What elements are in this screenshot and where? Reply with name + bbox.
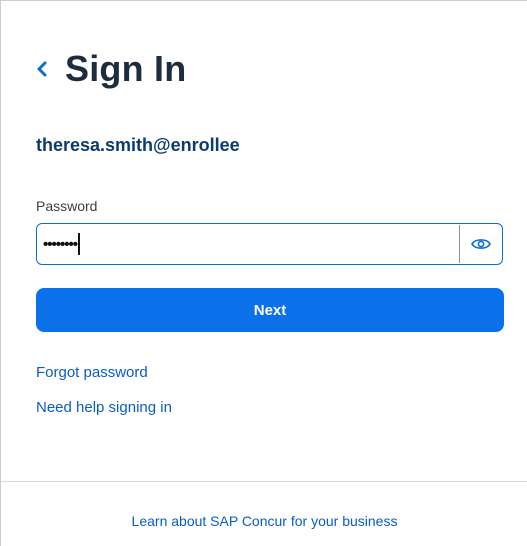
back-button[interactable] <box>35 54 57 84</box>
password-label: Password <box>36 198 98 214</box>
text-caret <box>78 233 81 255</box>
show-password-button[interactable] <box>460 225 502 263</box>
username-display: theresa.smith@enrollee <box>36 135 240 155</box>
header: Sign In <box>35 43 186 95</box>
next-button[interactable]: Next <box>36 288 504 332</box>
forgot-password-link[interactable]: Forgot password <box>36 364 148 381</box>
password-input[interactable]: •••••••• <box>37 233 459 255</box>
footer-divider <box>1 481 527 482</box>
need-help-link[interactable]: Need help signing in <box>36 399 172 416</box>
page-title: Sign In <box>65 48 187 89</box>
learn-about-concur-link[interactable]: Learn about SAP Concur for your business <box>1 513 527 529</box>
password-masked-value: •••••••• <box>43 235 78 253</box>
sign-in-panel: Sign In theresa.smith@enrollee Password … <box>0 0 527 546</box>
chevron-left-icon <box>37 61 47 77</box>
eye-icon <box>471 239 491 249</box>
password-field[interactable]: •••••••• <box>36 223 503 265</box>
